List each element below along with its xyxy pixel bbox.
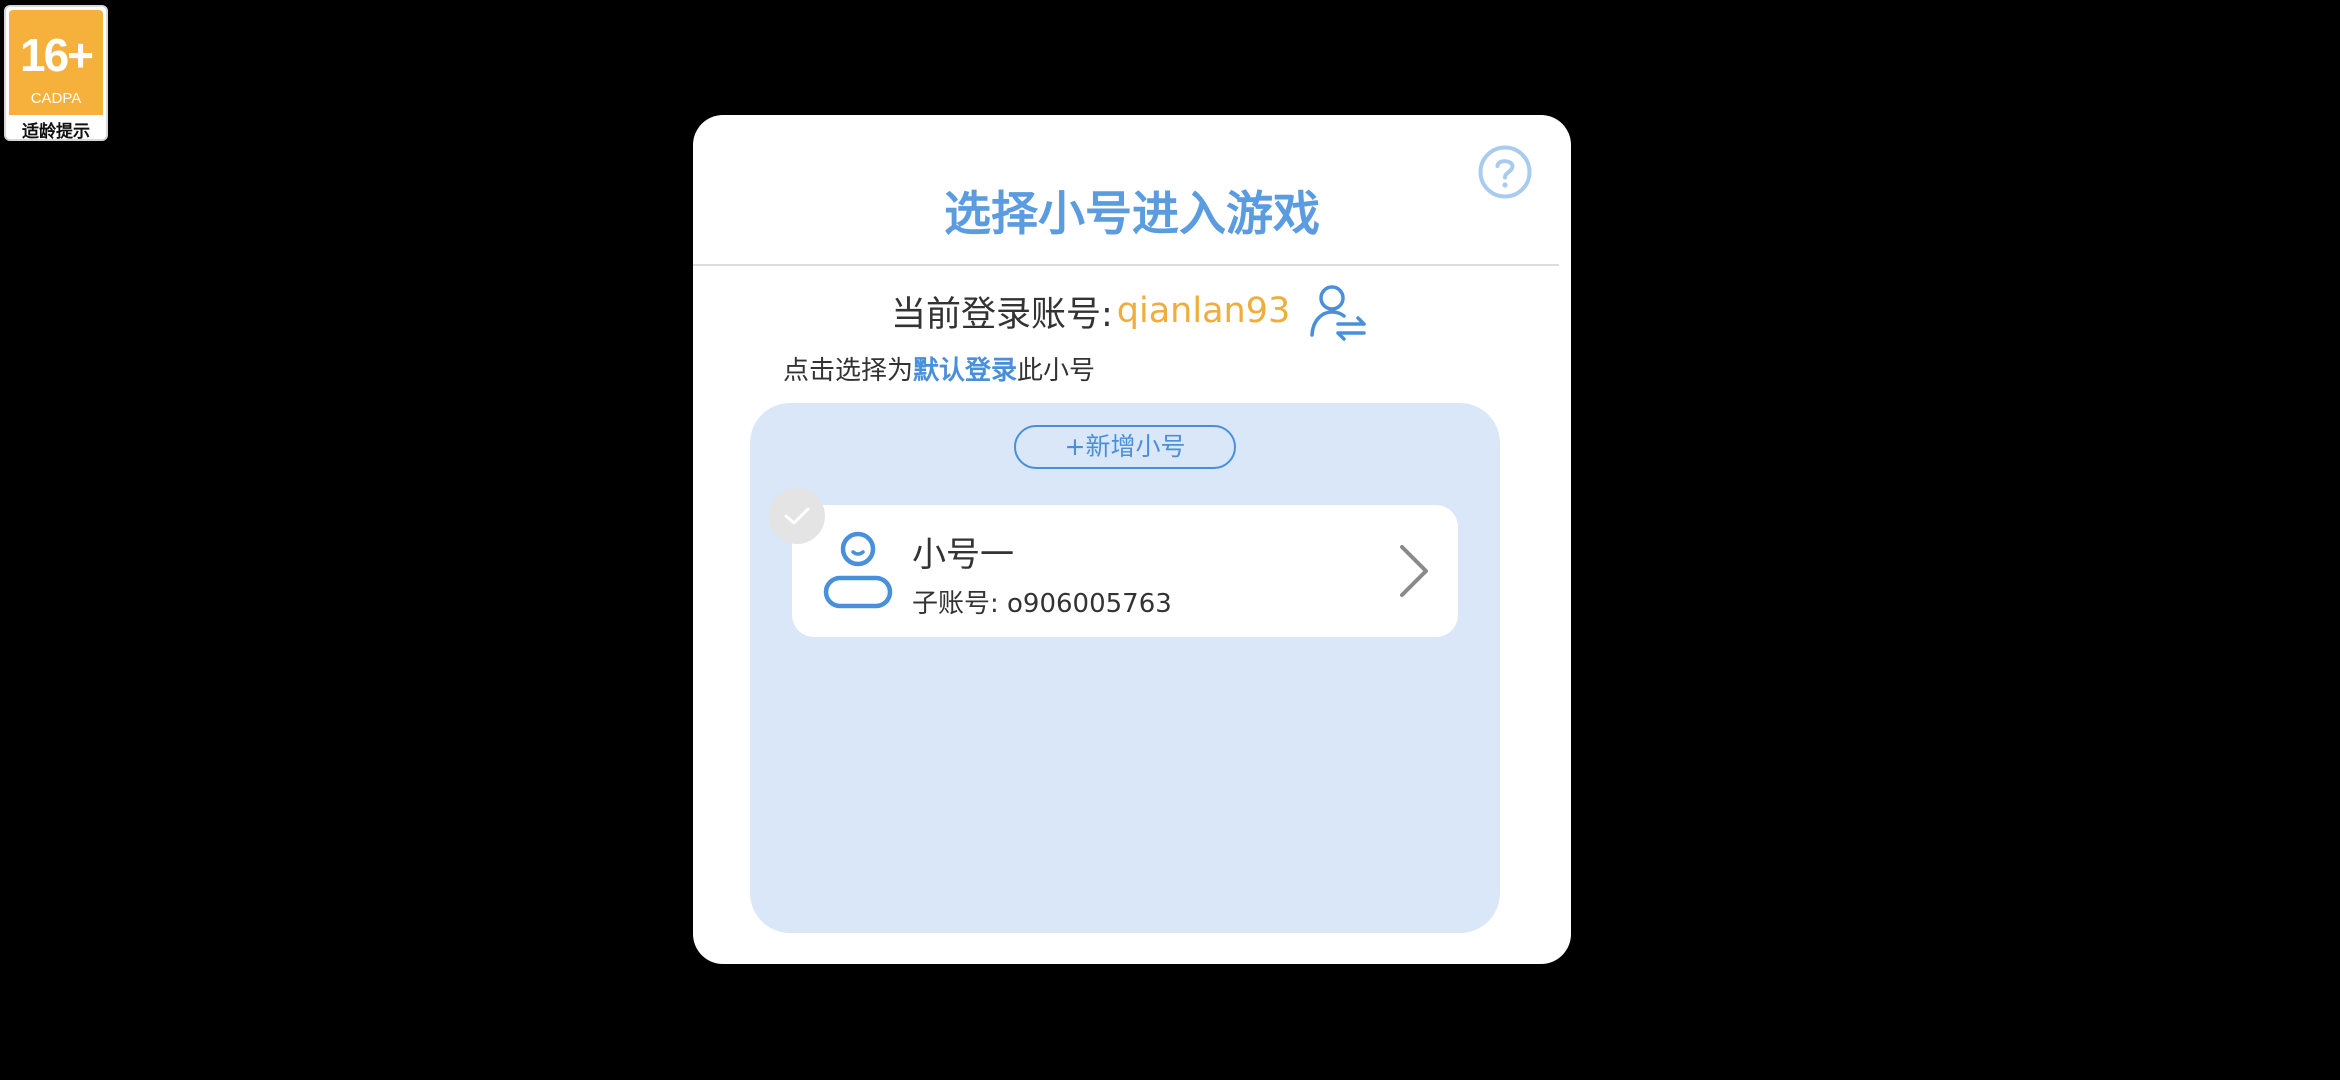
check-icon [784,507,810,525]
sub-account-card[interactable]: 小号一 子账号: o906005763 [792,505,1458,637]
age-rating-label: 适龄提示 [22,122,90,141]
age-rating-org: CADPA [30,90,82,107]
hint-prefix: 点击选择为 [783,356,914,386]
current-account-row: 当前登录账号: qianlan93 [891,281,1368,341]
hint-highlight: 默认登录 [913,356,1018,386]
current-account-label: 当前登录账号: [891,294,1113,335]
chevron-right-icon[interactable] [1392,543,1432,599]
current-account-name: qianlan93 [1116,291,1291,331]
sub-account-id: 子账号: o906005763 [912,589,1172,619]
user-avatar-icon [823,531,893,609]
add-sub-account-button[interactable]: +新增小号 [1014,425,1236,469]
age-rating-top: 16+ CADPA [9,10,103,115]
select-sub-account-dialog: 选择小号进入游戏 当前登录账号: qianlan93 点击选择为默认登录此小号 … [693,115,1571,964]
sub-account-name: 小号一 [912,535,1014,575]
switch-account-icon[interactable] [1308,281,1368,341]
dialog-title: 选择小号进入游戏 [944,187,1320,242]
title-divider [693,264,1559,266]
age-rating-number: 16+ [19,29,94,81]
sub-account-list-panel: +新增小号 小号一 子账号: o906005763 [750,403,1500,933]
hint-suffix: 此小号 [1017,356,1096,386]
age-rating-badge: 16+ CADPA 适龄提示 [4,5,108,141]
default-login-hint: 点击选择为默认登录此小号 [783,350,1095,387]
default-select-check[interactable] [769,488,825,544]
